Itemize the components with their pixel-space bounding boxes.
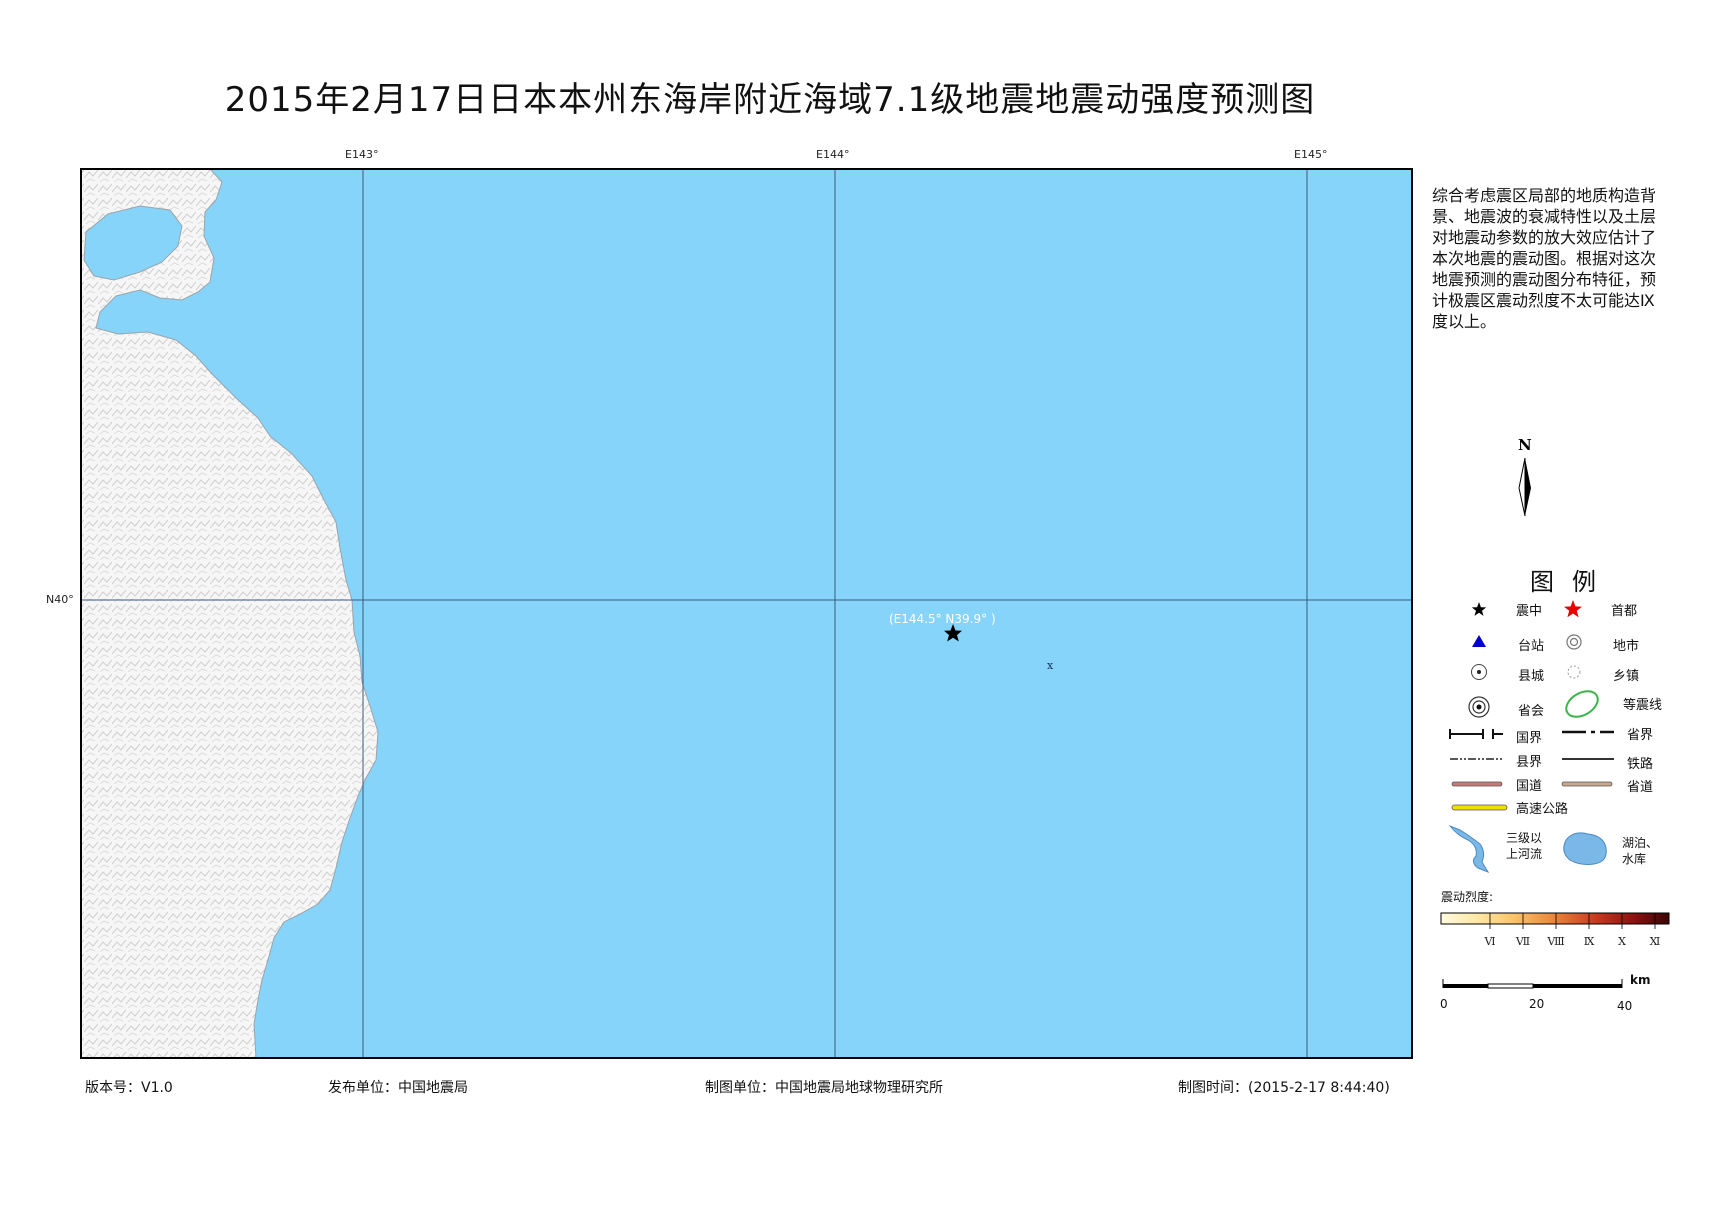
- footer-time: 制图时间：(2015-2-17 8:44:40): [1178, 1080, 1390, 1096]
- legend-provincial-capital-icon: [1468, 696, 1490, 718]
- intensity-level-label: Ⅵ: [1483, 935, 1495, 948]
- legend-label-isoseismal: 等震线: [1623, 698, 1663, 713]
- legend-label-provincial-border: 省界: [1627, 728, 1654, 743]
- legend-city-icon: [1566, 634, 1582, 650]
- legend-national-border-line: [1449, 729, 1503, 739]
- intensity-level-label: Ⅷ: [1546, 935, 1564, 948]
- legend-epicenter-star-icon: [1471, 602, 1487, 616]
- legend-river-icon: [1448, 824, 1490, 874]
- legend-label-town: 乡镇: [1613, 669, 1640, 684]
- epicenter-label: (E144.5° N39.9° ): [889, 612, 996, 626]
- legend-provincial-road-line: [1561, 781, 1613, 787]
- legend-label-river-2: 上河流: [1506, 847, 1543, 861]
- scale-unit: km: [1630, 973, 1651, 987]
- legend-label-railway: 铁路: [1627, 757, 1654, 772]
- legend-lake-icon: [1563, 832, 1607, 865]
- intensity-level-label: Ⅺ: [1650, 935, 1661, 948]
- intensity-level-label: Ⅶ: [1515, 935, 1530, 948]
- footer-maker: 制图单位：中国地震局地球物理研究所: [705, 1080, 943, 1096]
- intensity-title: 震动烈度:: [1441, 890, 1494, 904]
- legend-label-provincial-capital: 省会: [1518, 704, 1545, 719]
- legend-expressway-line: [1451, 804, 1508, 811]
- scale-tick-40: 40: [1617, 999, 1633, 1013]
- legend-label-river-1: 三级以: [1506, 831, 1543, 845]
- legend-isoseismal-icon: [1565, 690, 1599, 718]
- legend-label-capital: 首都: [1611, 604, 1638, 619]
- scale-tick-20: 20: [1529, 997, 1545, 1011]
- legend-label-expressway: 高速公路: [1516, 802, 1569, 817]
- legend-label-provincial-road: 省道: [1627, 780, 1654, 795]
- legend-label-county-border: 县界: [1516, 755, 1543, 770]
- legend-national-road-line: [1451, 781, 1503, 787]
- legend-label-epicenter: 震中: [1516, 604, 1543, 619]
- legend-label-national-border: 国界: [1516, 731, 1543, 746]
- intensity-level-label: Ⅹ: [1618, 935, 1626, 948]
- legend-label-county: 县城: [1518, 669, 1545, 684]
- legend-label-national-road: 国道: [1516, 779, 1543, 794]
- legend-label-lake-1: 湖泊、: [1622, 836, 1659, 850]
- legend-label-city: 地市: [1613, 639, 1640, 654]
- scale-bar: [1442, 979, 1623, 989]
- north-label: N: [1518, 436, 1532, 454]
- legend-title: 图例: [1530, 568, 1614, 596]
- legend-label-lake-2: 水库: [1622, 852, 1647, 866]
- map-canvas: (E144.5° N39.9° ) x N Ⅵ Ⅶ Ⅷ Ⅸ Ⅹ Ⅺ: [80, 168, 1670, 1059]
- legend-town-icon: [1567, 665, 1581, 679]
- intensity-color-bar: [1440, 912, 1670, 925]
- legend-county-icon: [1471, 664, 1487, 680]
- north-arrow-icon: [1518, 457, 1531, 517]
- map-description: 综合考虑震区局部的地质构造背景、地震波的衰减特性以及土层对地震动参数的放大效应估…: [1432, 186, 1657, 331]
- footer-version: 版本号：V1.0: [85, 1080, 173, 1096]
- scale-tick-0: 0: [1440, 997, 1448, 1011]
- intensity-level-label: Ⅸ: [1584, 935, 1595, 948]
- legend-station-triangle-icon: [1472, 635, 1486, 647]
- epicenter-marker: x: [1047, 659, 1054, 672]
- footer-publisher: 发布单位：中国地震局: [328, 1080, 468, 1096]
- legend-label-station: 台站: [1518, 639, 1545, 654]
- legend-capital-star-icon: [1564, 600, 1582, 618]
